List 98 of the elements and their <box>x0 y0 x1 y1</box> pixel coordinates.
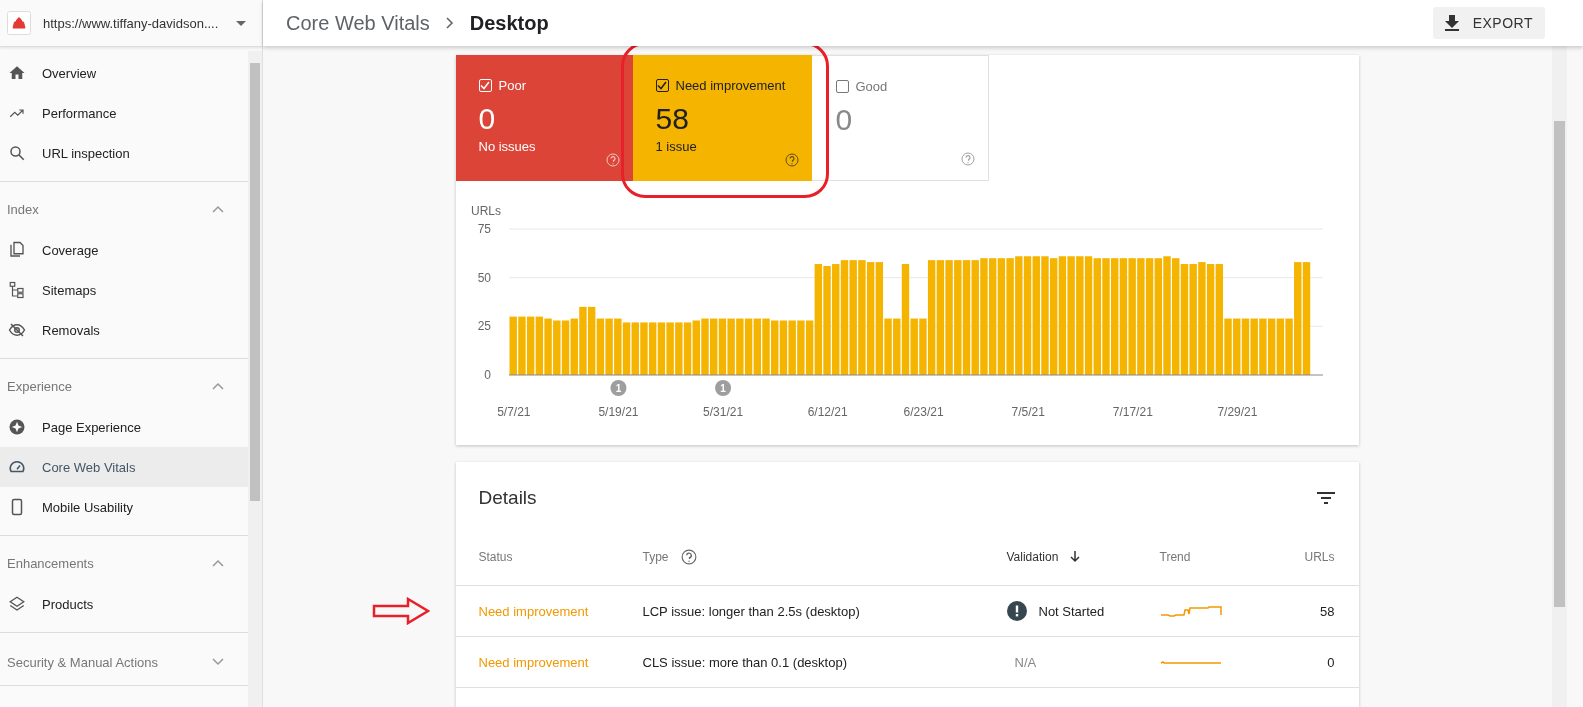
axis-label: 25 <box>477 319 491 334</box>
kettle-logo-icon <box>7 11 31 35</box>
section-header[interactable]: Experience <box>0 359 248 407</box>
section-header[interactable]: Security & Manual Actions <box>0 633 248 685</box>
axis-label: 6/23/21 <box>903 405 944 419</box>
nav-item[interactable]: Products <box>0 584 248 624</box>
axis-label: 5/7/21 <box>496 405 531 419</box>
nav-item[interactable]: Overview <box>0 53 248 93</box>
tile-subtitle: No issues <box>478 139 536 154</box>
column-header[interactable]: Status <box>478 549 513 564</box>
chart-bar <box>578 306 587 375</box>
table-cell: Need improvement <box>478 603 589 619</box>
chevron-right-icon <box>445 17 454 29</box>
tile-count: 0 <box>478 102 497 136</box>
column-header[interactable]: Type <box>642 549 669 564</box>
trend-sparkline <box>1159 605 1222 617</box>
nav-item[interactable]: Coverage <box>0 230 248 270</box>
table-cell: 58 <box>1320 603 1335 619</box>
help-icon[interactable] <box>680 548 697 565</box>
axis-label: 6/12/21 <box>807 405 848 419</box>
scrollbar[interactable] <box>248 51 262 707</box>
search-icon <box>8 144 26 162</box>
axis-label: 7/29/21 <box>1216 405 1257 419</box>
tile-label: Poor <box>498 78 526 93</box>
table-cell: LCP issue: longer than 2.5s (desktop) <box>642 603 860 619</box>
chart-bar <box>700 318 709 375</box>
copy-icon <box>8 241 26 259</box>
axis-label: 7/5/21 <box>1011 405 1045 419</box>
page-title: Desktop <box>469 11 549 35</box>
table-cell: 0 <box>1327 654 1335 670</box>
chart-bar <box>726 318 735 375</box>
chart-bar <box>796 320 805 375</box>
property-selector[interactable]: https://www.tiffany-davidson.... <box>0 0 262 47</box>
chart-bar <box>517 316 526 375</box>
nav-item[interactable]: Page Experience <box>0 407 248 447</box>
chart-bar <box>787 320 796 375</box>
chevron-up-icon <box>212 382 224 390</box>
layers-icon <box>8 595 26 613</box>
exclamation-icon <box>1006 601 1027 621</box>
nav-item[interactable]: Performance <box>0 93 248 133</box>
tile-label: Good <box>855 79 888 94</box>
card-title: Details <box>478 487 537 509</box>
nav-item[interactable]: URL inspection <box>0 133 248 173</box>
axis-label: 50 <box>477 270 491 285</box>
filter-icon[interactable] <box>1316 492 1335 504</box>
chevron-up-icon <box>212 559 224 567</box>
nav-item[interactable]: Core Web Vitals <box>0 447 248 487</box>
column-header[interactable]: URLs <box>1304 549 1335 564</box>
table-cell-text: N/A <box>1013 654 1037 670</box>
dropdown-caret-icon <box>236 20 246 26</box>
eye-slash-icon <box>8 321 26 339</box>
tile-subtitle: 1 issue <box>655 139 697 154</box>
download-icon <box>1444 15 1459 31</box>
chevron-down-icon <box>212 658 224 666</box>
section-header[interactable]: Enhancements <box>0 536 248 584</box>
checkbox[interactable] <box>655 79 669 92</box>
axis-label: 0 <box>483 368 491 382</box>
scrollbar[interactable] <box>1552 46 1567 707</box>
chart-bar <box>665 322 674 375</box>
tile-label: Need improvement <box>675 78 786 93</box>
table-cell: CLS issue: more than 0.1 (desktop) <box>642 654 847 670</box>
sitemap-icon <box>8 281 26 299</box>
chart-bar <box>1258 318 1267 375</box>
chart-bar <box>674 322 683 375</box>
nav-item[interactable]: Mobile Usability <box>0 487 248 527</box>
help-icon[interactable] <box>960 152 975 166</box>
help-icon[interactable] <box>784 153 799 167</box>
section-header[interactable]: Index <box>0 182 248 230</box>
sort-down-arrow-icon <box>1070 550 1081 563</box>
tile-count: 0 <box>835 103 854 137</box>
table-cell: Need improvement <box>478 654 589 670</box>
chart-bar <box>735 318 744 375</box>
table-cell: Not Started <box>1038 603 1105 619</box>
trend-sparkline <box>1159 660 1222 664</box>
chart-bar <box>604 318 613 375</box>
axis-label: 7/17/21 <box>1112 405 1153 419</box>
home-icon <box>8 64 26 82</box>
status-tile[interactable]: Need improvement 58 1 issue <box>632 55 812 181</box>
axis-label: 5/19/21 <box>597 405 638 419</box>
status-tile[interactable]: Good 0 <box>811 55 989 181</box>
checkbox[interactable] <box>835 80 849 93</box>
axis-label: 75 <box>477 222 491 236</box>
nav-item[interactable]: Removals <box>0 310 248 350</box>
chevron-up-icon <box>212 205 224 213</box>
axis-label: 5/31/21 <box>702 405 743 419</box>
arrow-icon <box>371 597 430 625</box>
chart-bar <box>761 318 770 375</box>
nav-item[interactable]: Sitemaps <box>0 270 248 310</box>
tile-count: 58 <box>655 102 690 136</box>
export-button[interactable]: EXPORT <box>1432 7 1545 39</box>
column-header[interactable]: Validation <box>1006 549 1059 564</box>
chart-bar <box>543 318 552 375</box>
column-header[interactable]: Trend <box>1159 549 1191 564</box>
chart-bar <box>613 318 622 375</box>
chart-bar <box>639 322 648 375</box>
axis-title: URLs <box>470 204 501 218</box>
star-badge-icon <box>8 418 26 436</box>
breadcrumb-link[interactable]: Core Web Vitals <box>286 11 430 35</box>
